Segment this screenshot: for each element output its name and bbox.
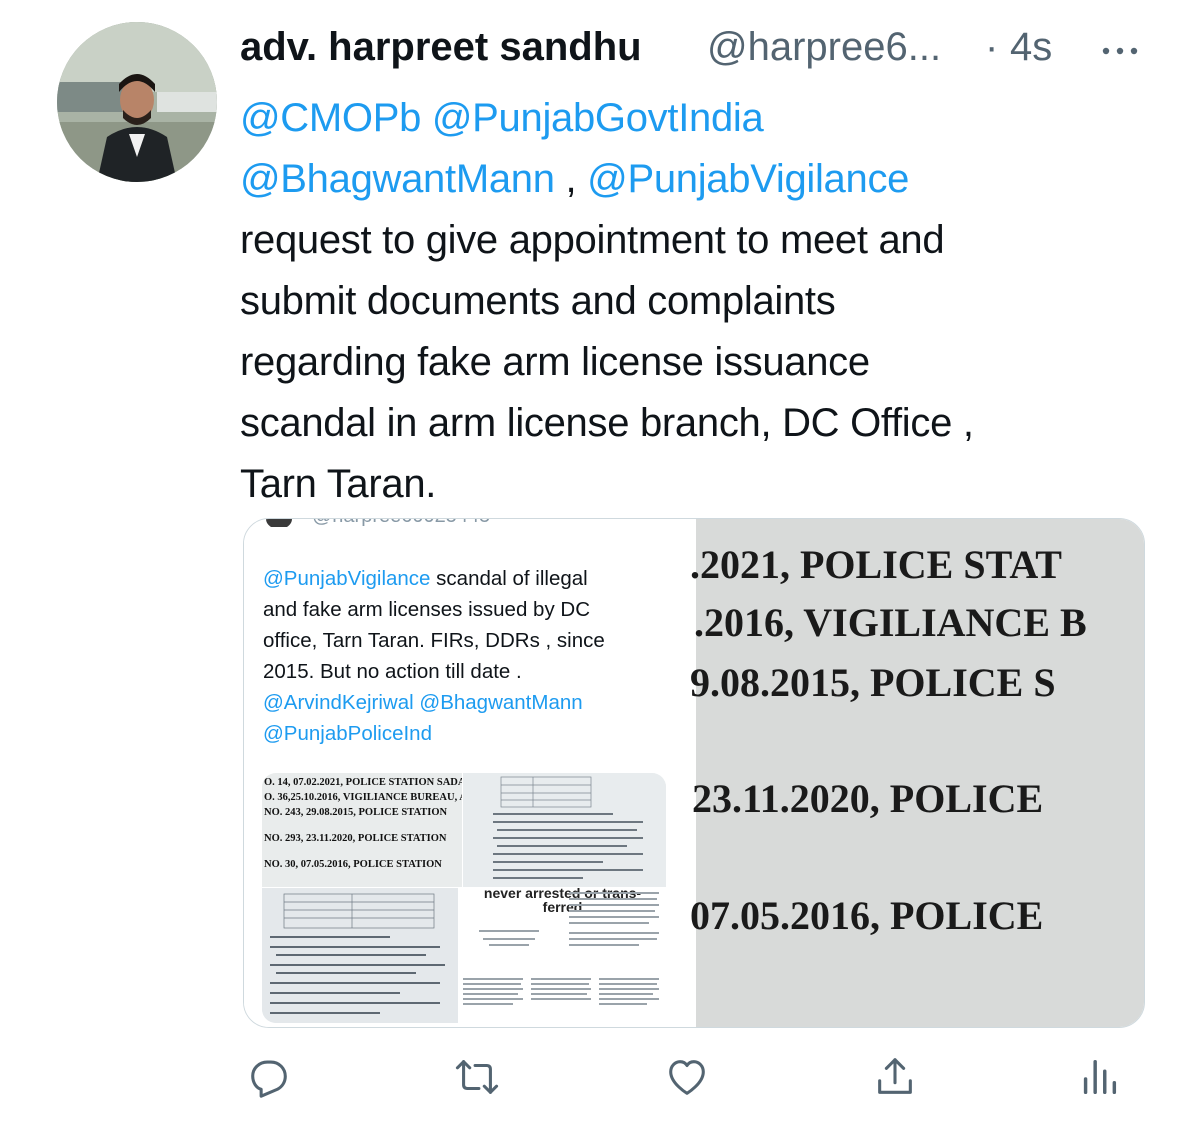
text-segment: scandal of illegal [430, 567, 588, 590]
text-line: @PunjabPoliceInd [263, 718, 683, 749]
text-segment: Tarn Taran. [240, 462, 437, 506]
author-handle[interactable]: @harpree6... [707, 25, 941, 70]
fir-closeup-line: 23.11.2020, POLICE [692, 776, 1044, 821]
text-line: 2015. But no action till date . [263, 656, 683, 687]
fir-line: NO. 30, 07.05.2016, POLICE STATION [264, 859, 442, 870]
separator-dot: · [985, 25, 999, 69]
mention-link[interactable]: @PunjabVigilance [263, 567, 430, 590]
quoted-image-grid: O. 14, 07.02.2021, POLICE STATION SADA O… [262, 773, 666, 1023]
text-line: office, Tarn Taran. FIRs, DDRs , since [263, 625, 683, 656]
fir-list-image: O. 14, 07.02.2021, POLICE STATION SADA O… [262, 773, 462, 887]
fir-line: O. 14, 07.02.2021, POLICE STATION SADA [264, 777, 462, 788]
quoted-tweet-card[interactable]: @harpree60025445 @PunjabVigilance scanda… [243, 518, 1145, 1028]
fir-closeup-line: 9.08.2015, POLICE S [690, 660, 1056, 705]
text-segment: office, Tarn Taran. FIRs, DDRs , since [263, 629, 605, 652]
mention-link[interactable]: @BhagwantMann [240, 157, 555, 201]
text-line: scandal in arm license branch, DC Office… [240, 393, 1185, 454]
reply-icon [251, 1060, 287, 1098]
quoted-avatar [266, 519, 292, 527]
text-line: @PunjabVigilance scandal of illegal [263, 563, 683, 594]
tweet-timestamp[interactable]: 4s [1010, 25, 1052, 70]
text-line: request to give appointment to meet and [240, 210, 1185, 271]
text-segment: regarding fake arm license issuance [240, 340, 870, 384]
reply-button[interactable] [246, 1054, 292, 1100]
more-options-icon[interactable] [1098, 36, 1142, 66]
text-segment: submit documents and complaints [240, 279, 836, 323]
heart-icon [669, 1060, 705, 1095]
text-line: @CMOPb @PunjabGovtIndia [240, 88, 1185, 149]
form-document-image-2 [262, 888, 458, 1023]
quoted-header-fragment: @harpree60025445 [264, 519, 684, 527]
text-segment: 2015. But no action till date . [263, 660, 522, 683]
text-segment: , [554, 157, 588, 201]
text-segment: scandal in arm license branch, DC Office… [240, 401, 974, 445]
text-line: @BhagwantMann , @PunjabVigilance [240, 149, 1185, 210]
fir-closeup-image: .2021, POLICE STAT .2016, VIGILIANCE B 9… [690, 519, 1144, 1027]
text-line: @ArvindKejriwal @BhagwantMann [263, 687, 683, 718]
form-document-image [463, 773, 666, 887]
share-button[interactable] [872, 1054, 918, 1100]
share-icon [878, 1058, 912, 1094]
mention-link[interactable]: @PunjabVigilance [587, 157, 909, 201]
tweet-header: adv. harpreet sandhu @harpree6... · 4s [240, 22, 1180, 78]
author-name[interactable]: adv. harpreet sandhu [240, 25, 642, 70]
quoted-handle: @harpree60025445 [312, 519, 490, 527]
mention-link[interactable]: @CMOPb @PunjabGovtIndia [240, 96, 764, 140]
fir-line: O. 36,25.10.2016, VIGILIANCE BUREAU, A [264, 792, 462, 803]
mention-link[interactable]: @ArvindKejriwal @BhagwantMann [263, 691, 583, 714]
quoted-tweet-screenshot: @harpree60025445 @PunjabVigilance scanda… [244, 519, 696, 1027]
news-article-image: never arrested or trans- ferred [459, 888, 666, 1023]
text-segment: request to give appointment to meet and [240, 218, 945, 262]
retweet-icon [455, 1060, 499, 1094]
text-line: Tarn Taran. [240, 454, 1185, 515]
analytics-icon [1083, 1059, 1117, 1095]
fir-closeup-line: 07.05.2016, POLICE [690, 893, 1044, 938]
fir-line: NO. 293, 23.11.2020, POLICE STATION [264, 833, 447, 844]
text-line: and fake arm licenses issued by DC [263, 594, 683, 625]
text-line: regarding fake arm license issuance [240, 332, 1185, 393]
text-segment: and fake arm licenses issued by DC [263, 598, 591, 621]
analytics-button[interactable] [1076, 1054, 1122, 1100]
fir-closeup-line: .2016, VIGILIANCE B [694, 600, 1087, 645]
fir-closeup-line: .2021, POLICE STAT [690, 542, 1062, 587]
author-avatar[interactable] [57, 22, 217, 182]
quoted-tweet-text: @PunjabVigilance scandal of illegal and f… [263, 563, 683, 749]
fir-line: NO. 243, 29.08.2015, POLICE STATION [264, 807, 448, 818]
tweet-actions-bar [0, 1040, 1200, 1130]
tweet-text: @CMOPb @PunjabGovtIndia @BhagwantMann , @… [240, 88, 1185, 515]
retweet-button[interactable] [454, 1054, 500, 1100]
like-button[interactable] [664, 1054, 710, 1100]
text-line: submit documents and complaints [240, 271, 1185, 332]
mention-link[interactable]: @PunjabPoliceInd [263, 722, 432, 745]
